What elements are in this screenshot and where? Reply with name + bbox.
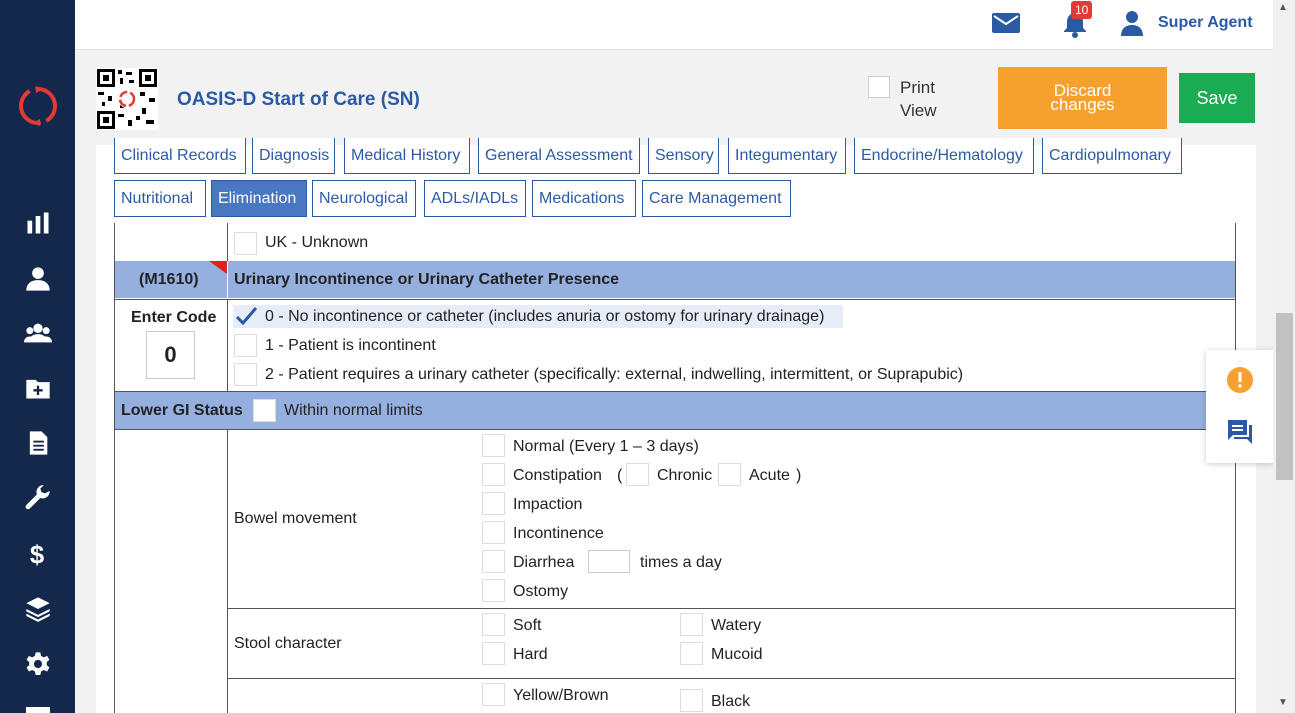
stool-character-label: Stool character bbox=[234, 635, 342, 652]
stool-mucoid-label: Mucoid bbox=[711, 646, 763, 663]
m1610-option-2-checkbox[interactable] bbox=[234, 363, 257, 386]
impaction-label: Impaction bbox=[513, 496, 583, 513]
diarrhea-checkbox[interactable] bbox=[482, 550, 505, 573]
save-button[interactable]: Save bbox=[1179, 73, 1255, 123]
reports-chart-icon[interactable] bbox=[22, 208, 54, 238]
incontinence-label: Incontinence bbox=[513, 525, 604, 542]
tab-general-assessment[interactable]: General Assessment bbox=[478, 138, 640, 174]
diarrhea-times-input[interactable] bbox=[588, 550, 630, 573]
color-black-label: Black bbox=[711, 693, 751, 710]
m1610-option-1-checkbox[interactable] bbox=[234, 334, 257, 357]
elimination-form-table: UK - Unknown (M1610) Urinary Incontinenc… bbox=[114, 223, 1236, 713]
stool-watery-label: Watery bbox=[711, 617, 762, 634]
impaction-checkbox[interactable] bbox=[482, 492, 505, 515]
m1610-code: (M1610) bbox=[139, 271, 199, 288]
within-normal-limits-label: Within normal limits bbox=[284, 402, 423, 419]
tab-nutritional[interactable]: Nutritional bbox=[114, 180, 206, 217]
app-logo-icon[interactable] bbox=[18, 86, 58, 126]
scroll-up-arrow-icon[interactable]: ▲ bbox=[1278, 2, 1288, 13]
diarrhea-label: Diarrhea bbox=[513, 554, 575, 571]
enter-code-label: Enter Code bbox=[131, 309, 217, 326]
layers-icon[interactable] bbox=[22, 594, 54, 624]
stool-soft-label: Soft bbox=[513, 617, 542, 634]
qr-code-icon bbox=[96, 68, 158, 130]
m1610-option-2[interactable]: 2 - Patient requires a urinary catheter … bbox=[265, 366, 963, 384]
ostomy-label: Ostomy bbox=[513, 583, 569, 600]
form-title: OASIS-D Start of Care (SN) bbox=[177, 89, 420, 110]
times-a-day-label: times a day bbox=[640, 554, 722, 571]
tab-endocrine-hematology[interactable]: Endocrine/Hematology bbox=[854, 138, 1034, 174]
staff-group-icon[interactable] bbox=[22, 318, 54, 348]
mail-icon[interactable] bbox=[991, 11, 1021, 35]
checkmark-icon[interactable] bbox=[234, 305, 258, 327]
acute-checkbox[interactable] bbox=[718, 463, 741, 486]
chronic-label: Chronic bbox=[657, 467, 713, 484]
constipation-checkbox[interactable] bbox=[482, 463, 505, 486]
form-panel: Clinical Records Diagnosis Medical Histo… bbox=[96, 138, 1256, 713]
stool-watery-checkbox[interactable] bbox=[680, 613, 703, 636]
incontinence-checkbox[interactable] bbox=[482, 521, 505, 544]
uk-unknown-checkbox[interactable] bbox=[234, 232, 257, 255]
patient-user-icon[interactable] bbox=[22, 264, 54, 294]
tab-cardiopulmonary[interactable]: Cardiopulmonary bbox=[1042, 138, 1182, 174]
settings-gear-icon[interactable] bbox=[22, 649, 54, 679]
scrollbar-thumb[interactable] bbox=[1276, 313, 1293, 480]
tab-sensory[interactable]: Sensory bbox=[648, 138, 719, 174]
stool-hard-checkbox[interactable] bbox=[482, 642, 505, 665]
tab-clinical-records[interactable]: Clinical Records bbox=[114, 138, 246, 174]
color-yellow-brown-checkbox[interactable] bbox=[482, 683, 505, 706]
add-folder-icon[interactable] bbox=[22, 373, 54, 403]
document-icon[interactable] bbox=[22, 428, 54, 458]
m1610-option-1[interactable]: 1 - Patient is incontinent bbox=[265, 337, 436, 355]
tab-integumentary[interactable]: Integumentary bbox=[728, 138, 846, 174]
ostomy-checkbox[interactable] bbox=[482, 579, 505, 602]
top-bar: 10 Super Agent bbox=[75, 0, 1273, 50]
username-link[interactable]: Super Agent bbox=[1158, 14, 1253, 32]
lower-gi-band bbox=[115, 392, 1235, 429]
notification-count-badge[interactable]: 10 bbox=[1071, 1, 1093, 19]
stool-hard-label: Hard bbox=[513, 646, 548, 663]
tab-care-management[interactable]: Care Management bbox=[642, 180, 791, 217]
discard-changes-button[interactable]: Discard changes bbox=[998, 67, 1167, 129]
tab-neurological[interactable]: Neurological bbox=[312, 180, 416, 217]
tab-adls-iadls[interactable]: ADLs/IADLs bbox=[424, 180, 526, 217]
chronic-checkbox[interactable] bbox=[626, 463, 649, 486]
tab-diagnosis[interactable]: Diagnosis bbox=[252, 138, 335, 174]
m1610-code-input[interactable]: 0 bbox=[146, 331, 195, 379]
close-paren: ) bbox=[796, 467, 802, 484]
wrench-icon[interactable] bbox=[22, 483, 54, 513]
open-paren: ( bbox=[617, 467, 623, 484]
bowel-movement-label: Bowel movement bbox=[234, 510, 357, 527]
within-normal-limits-checkbox[interactable] bbox=[253, 399, 276, 422]
stool-soft-checkbox[interactable] bbox=[482, 613, 505, 636]
print-view-label[interactable]: Print View bbox=[900, 76, 937, 122]
form-header: OASIS-D Start of Care (SN) Print View Di… bbox=[75, 51, 1273, 145]
m1610-title: Urinary Incontinence or Urinary Catheter… bbox=[234, 271, 620, 288]
color-yellow-brown-label: Yellow/Brown bbox=[513, 687, 609, 704]
chat-icon[interactable] bbox=[1226, 418, 1254, 446]
acute-label: Acute bbox=[749, 467, 790, 484]
constipation-label: Constipation bbox=[513, 467, 602, 484]
tab-medications[interactable]: Medications bbox=[532, 180, 636, 217]
tab-medical-history[interactable]: Medical History bbox=[344, 138, 470, 174]
sidebar: $ bbox=[0, 0, 75, 713]
bowel-normal-label: Normal (Every 1 – 3 days) bbox=[513, 438, 699, 455]
svg-text:$: $ bbox=[30, 542, 44, 568]
billing-dollar-icon[interactable]: $ bbox=[22, 538, 54, 568]
m1610-option-0[interactable]: 0 - No incontinence or catheter (include… bbox=[265, 308, 824, 326]
uk-unknown-label: UK - Unknown bbox=[265, 234, 369, 251]
floating-action-panel bbox=[1206, 350, 1274, 463]
lower-gi-status-label: Lower GI Status bbox=[121, 402, 243, 419]
stool-mucoid-checkbox[interactable] bbox=[680, 642, 703, 665]
required-flag-icon bbox=[209, 261, 227, 274]
tab-elimination[interactable]: Elimination bbox=[211, 180, 307, 217]
scroll-down-arrow-icon[interactable]: ▼ bbox=[1278, 697, 1288, 708]
color-black-checkbox[interactable] bbox=[680, 689, 703, 712]
alert-icon[interactable] bbox=[1226, 366, 1254, 394]
user-account-icon[interactable] bbox=[1121, 10, 1143, 36]
sidebar-more-icon[interactable] bbox=[26, 707, 50, 713]
bowel-normal-checkbox[interactable] bbox=[482, 434, 505, 457]
print-view-checkbox[interactable] bbox=[868, 76, 890, 98]
